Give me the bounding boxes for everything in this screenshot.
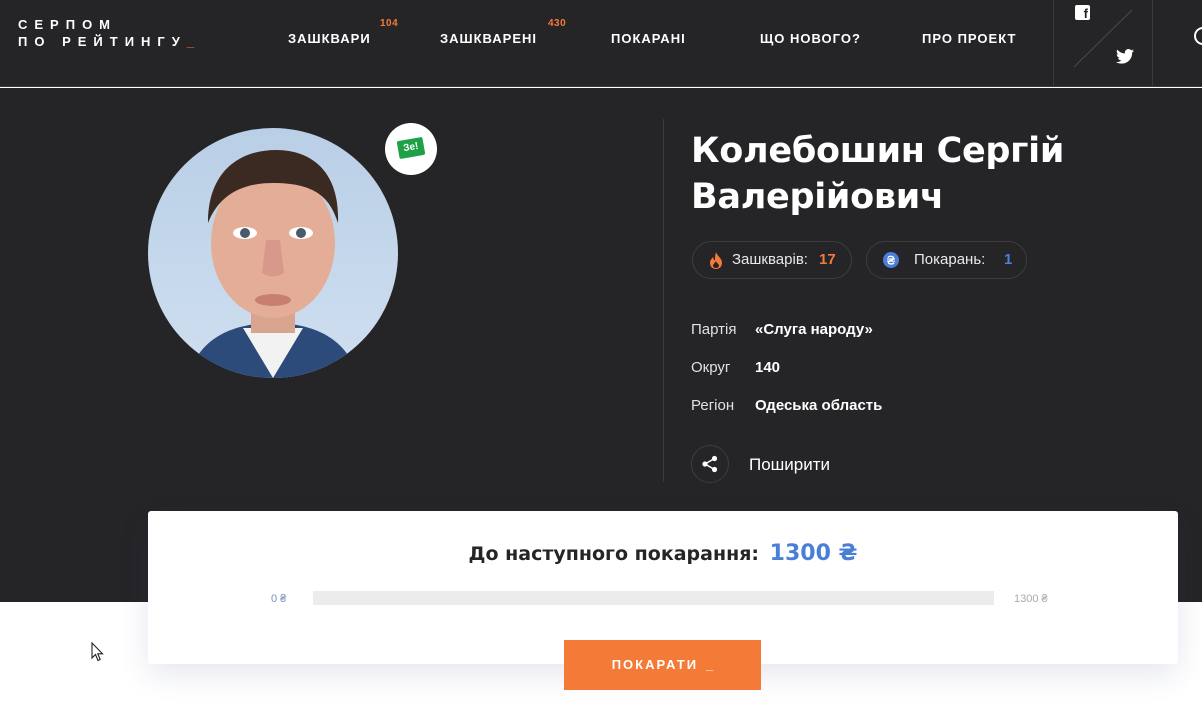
donation-progress-bar (313, 591, 994, 605)
portrait-illustration (188, 150, 358, 378)
punishments-label: Покарань: (914, 251, 986, 268)
next-punishment-amount: 1300 ₴ (769, 541, 858, 566)
politician-name: Колебошин Сергій Валерійович (691, 131, 1065, 217)
nav-zashkvareni-count: 430 (548, 18, 567, 29)
region-value: Одеська область (755, 397, 883, 414)
logo-cursor: _ (186, 34, 195, 49)
next-punishment-heading: До наступного покарання: 1300 ₴ (148, 541, 1178, 566)
social-divider (1073, 9, 1133, 68)
site-header: СЕРПОМ ПО РЕЙТИНГУ_ ЗАШКВАРИ 104 ЗАШКВАР… (0, 0, 1202, 87)
punish-button-label: ПОКАРАТИ (611, 657, 699, 672)
zashkvary-stat[interactable]: Зашкварів: 17 (692, 241, 852, 279)
nav-zashkvareni[interactable]: ЗАШКВАРЕНІ (440, 31, 537, 46)
punishments-stat[interactable]: Покарань: 1 (866, 241, 1027, 279)
district-label: Округ (691, 359, 731, 376)
region-label: Регіон (691, 397, 735, 414)
nav-about[interactable]: ПРО ПРОЕКТ (922, 31, 1016, 46)
social-links: f (1053, 0, 1153, 87)
nav-pokarani[interactable]: ПОКАРАНІ (611, 31, 686, 46)
share-button[interactable] (691, 445, 729, 483)
fire-icon (710, 252, 722, 269)
vertical-divider (663, 119, 664, 482)
zashkvary-label: Зашкварів: (732, 251, 808, 268)
punish-button[interactable]: ПОКАРАТИ _ (564, 640, 761, 690)
nav-zashkvary-count: 104 (380, 18, 399, 29)
share-label[interactable]: Поширити (749, 455, 830, 475)
facebook-icon[interactable]: f (1075, 5, 1090, 21)
twitter-icon[interactable] (1116, 49, 1134, 64)
party-logo: Зе! (385, 123, 437, 175)
logo-line-2: ПО РЕЙТИНГУ (18, 34, 187, 49)
mouse-pointer-icon (91, 642, 104, 662)
party-logo-tag: Зе! (396, 136, 426, 160)
logo-line-1: СЕРПОМ (18, 17, 118, 32)
nav-whats-new[interactable]: ЩО НОВОГО? (760, 31, 861, 46)
next-punishment-label: До наступного покарання: (468, 543, 760, 565)
share-icon (702, 455, 718, 473)
punish-button-cursor: _ (706, 657, 714, 672)
politician-photo (148, 128, 398, 378)
hryvnia-icon (883, 252, 899, 268)
progress-max-label: 1300 ₴ (1014, 593, 1048, 605)
punishments-count: 1 (1004, 251, 1013, 268)
nav-zashkvary[interactable]: ЗАШКВАРИ (288, 31, 371, 46)
district-value: 140 (755, 359, 781, 376)
progress-min-label: 0 ₴ (271, 593, 287, 605)
party-value: «Слуга народу» (755, 321, 873, 338)
search-icon[interactable] (1190, 24, 1202, 48)
zashkvary-count: 17 (819, 251, 836, 268)
party-label: Партія (691, 321, 737, 338)
site-logo[interactable]: СЕРПОМ ПО РЕЙТИНГУ_ (18, 16, 194, 50)
